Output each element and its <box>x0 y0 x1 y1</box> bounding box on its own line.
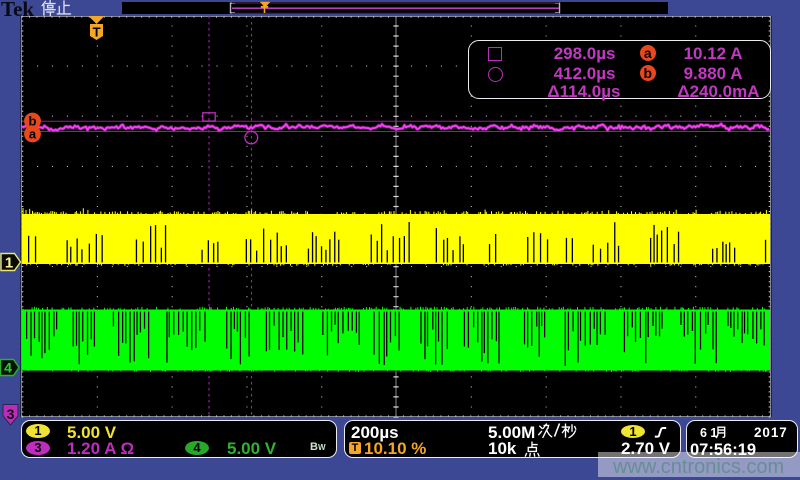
svg-text:4: 4 <box>4 360 12 376</box>
svg-text:T: T <box>93 25 101 40</box>
svg-text:3: 3 <box>7 406 15 422</box>
svg-text:a: a <box>29 127 37 142</box>
svg-text:1: 1 <box>5 254 13 271</box>
